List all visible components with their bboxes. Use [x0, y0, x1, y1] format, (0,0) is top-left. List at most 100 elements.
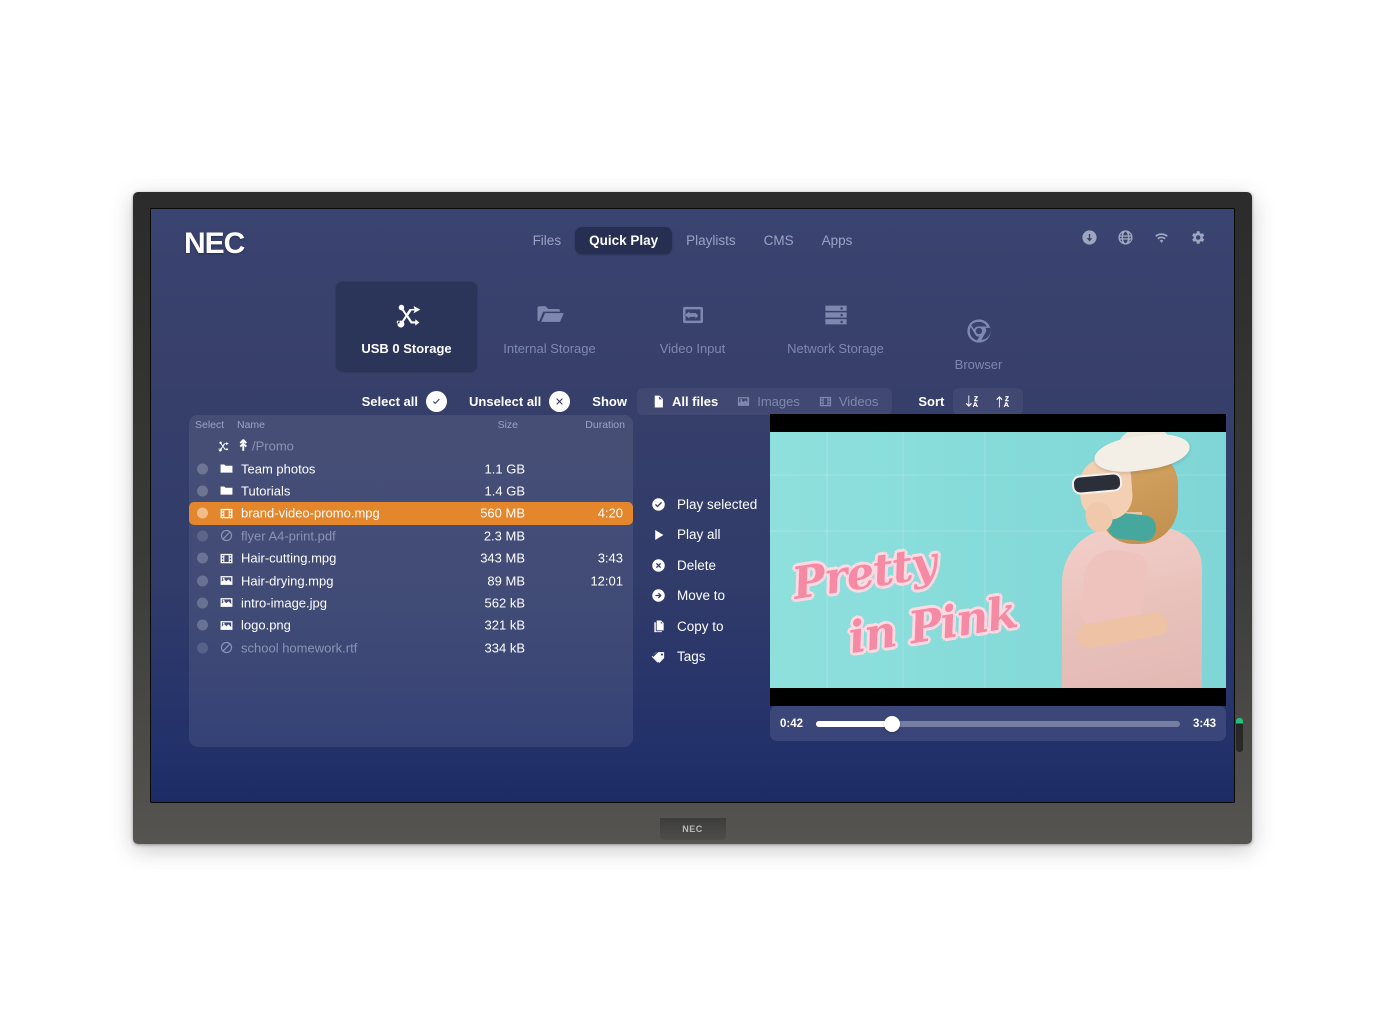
table-row[interactable]: logo.png 321 kB — [189, 614, 633, 636]
unselect-all-button[interactable] — [549, 390, 571, 412]
file-size: 1.4 GB — [484, 483, 525, 499]
usb-icon — [216, 439, 230, 453]
film-icon — [218, 505, 234, 521]
nav-item-playlists[interactable]: Playlists — [672, 227, 750, 254]
file-size: 343 MB — [480, 550, 525, 566]
action-label: Move to — [677, 588, 726, 604]
document-icon — [654, 395, 663, 407]
row-select-dot[interactable] — [197, 575, 208, 587]
row-select-dot[interactable] — [197, 463, 208, 475]
row-select-dot[interactable] — [197, 642, 208, 654]
file-size: 89 MB — [487, 573, 525, 589]
column-header-size: Size — [497, 419, 518, 431]
source-tile-video-input[interactable]: Video Input — [621, 281, 764, 373]
video-frame: Pretty in Pink — [770, 432, 1226, 688]
download-icon[interactable] — [1081, 229, 1098, 246]
action-delete[interactable]: Delete — [651, 550, 771, 581]
table-row[interactable]: intro-image.jpg 562 kB — [189, 592, 633, 614]
table-row[interactable]: Tutorials 1.4 GB — [189, 480, 633, 502]
table-row[interactable]: flyer A4-print.pdf 2.3 MB — [189, 525, 633, 547]
filter-label: Images — [757, 393, 800, 409]
filter-videos[interactable]: Videos — [809, 391, 888, 412]
nav-item-cms[interactable]: CMS — [750, 227, 808, 254]
unselect-all-label: Unselect all — [469, 393, 542, 409]
sort-ascending-az-icon[interactable] — [988, 391, 1019, 412]
x-circle-icon — [651, 558, 666, 573]
row-select-dot[interactable] — [197, 552, 208, 564]
file-name: flyer A4-print.pdf — [241, 528, 336, 544]
file-name: school homework.rtf — [241, 640, 358, 656]
row-select-dot[interactable] — [197, 507, 208, 519]
file-size: 321 kB — [484, 617, 525, 633]
filter-images[interactable]: Images — [727, 391, 809, 412]
file-size: 562 kB — [484, 595, 525, 611]
action-move-to[interactable]: Move to — [651, 581, 771, 612]
source-tile-usb-0-storage[interactable]: USB 0 Storage — [335, 281, 478, 373]
row-select-dot[interactable] — [197, 485, 208, 497]
file-name: logo.png — [241, 617, 291, 633]
film-icon — [819, 396, 831, 406]
action-label: Delete — [677, 557, 717, 573]
nav-item-files[interactable]: Files — [519, 227, 576, 254]
play-icon — [651, 527, 666, 542]
file-duration: 12:01 — [590, 573, 623, 589]
row-select-dot[interactable] — [197, 530, 208, 542]
server-icon — [821, 298, 851, 332]
tag-icon — [651, 649, 666, 664]
check-circle-icon — [651, 497, 666, 512]
total-time: 3:43 — [1192, 717, 1216, 730]
file-list-header: Select Name Size Duration — [189, 415, 633, 435]
folder-icon — [535, 298, 565, 332]
file-duration: 3:43 — [597, 550, 623, 566]
parent-directory-icon[interactable]: ↟ — [237, 437, 250, 455]
screen: NEC Files Quick Play Playlists CMS Apps — [151, 209, 1234, 802]
globe-icon[interactable] — [1117, 229, 1134, 246]
action-tags[interactable]: Tags — [651, 642, 771, 673]
seek-progress — [816, 720, 893, 727]
row-select-dot[interactable] — [197, 619, 208, 631]
source-tile-network-storage[interactable]: Network Storage — [764, 281, 907, 373]
select-all-button[interactable] — [426, 390, 448, 412]
nav-item-quick-play[interactable]: Quick Play — [575, 227, 673, 254]
sort-group — [953, 387, 1024, 415]
seek-handle[interactable] — [884, 715, 901, 732]
seek-bar[interactable] — [816, 715, 1180, 732]
file-size: 2.3 MB — [483, 528, 525, 544]
action-label: Play selected — [677, 496, 758, 512]
playback-timeline: 0:42 3:43 — [770, 706, 1226, 741]
sort-label: Sort — [918, 393, 945, 409]
source-tile-internal-storage[interactable]: Internal Storage — [478, 281, 621, 373]
table-row[interactable]: Hair-drying.mpg 89 MB 12:01 — [189, 569, 633, 591]
image-icon — [218, 573, 234, 589]
wifi-icon[interactable] — [1153, 229, 1170, 246]
source-tile-label: USB 0 Storage — [361, 341, 452, 356]
video-surface[interactable]: Pretty in Pink — [770, 414, 1226, 706]
image-icon — [218, 595, 234, 611]
filter-all-files[interactable]: All files — [642, 391, 727, 412]
top-bar: NEC Files Quick Play Playlists CMS Apps — [151, 209, 1234, 271]
source-tile-label: Internal Storage — [503, 341, 596, 356]
table-row[interactable]: school homework.rtf 334 kB — [189, 637, 633, 659]
action-play-all[interactable]: Play all — [651, 520, 771, 551]
source-tile-label: Browser — [954, 357, 1003, 372]
usb-icon — [391, 298, 423, 332]
file-duration: 4:20 — [597, 505, 623, 521]
action-copy-to[interactable]: Copy to — [651, 611, 771, 642]
breadcrumb-path-row[interactable]: ↟ /Promo — [189, 435, 633, 457]
row-select-dot[interactable] — [197, 597, 208, 609]
table-row[interactable]: Team photos 1.1 GB — [189, 457, 633, 479]
status-icons — [1081, 229, 1206, 246]
action-label: Tags — [677, 649, 706, 665]
table-row[interactable]: Hair-cutting.mpg 343 MB 3:43 — [189, 547, 633, 569]
show-label: Show — [592, 393, 627, 409]
file-name: Team photos — [241, 461, 316, 477]
action-play-selected[interactable]: Play selected — [651, 489, 771, 520]
nav-item-apps[interactable]: Apps — [808, 227, 867, 254]
model-figure — [1028, 432, 1208, 688]
blocked-icon — [218, 528, 234, 544]
table-row-selected[interactable]: brand-video-promo.mpg 560 MB 4:20 — [189, 502, 633, 525]
sort-descending-az-icon[interactable] — [957, 391, 988, 412]
folder-icon — [218, 483, 234, 499]
gear-icon[interactable] — [1189, 229, 1206, 246]
source-tile-browser[interactable]: Browser — [907, 297, 1050, 389]
